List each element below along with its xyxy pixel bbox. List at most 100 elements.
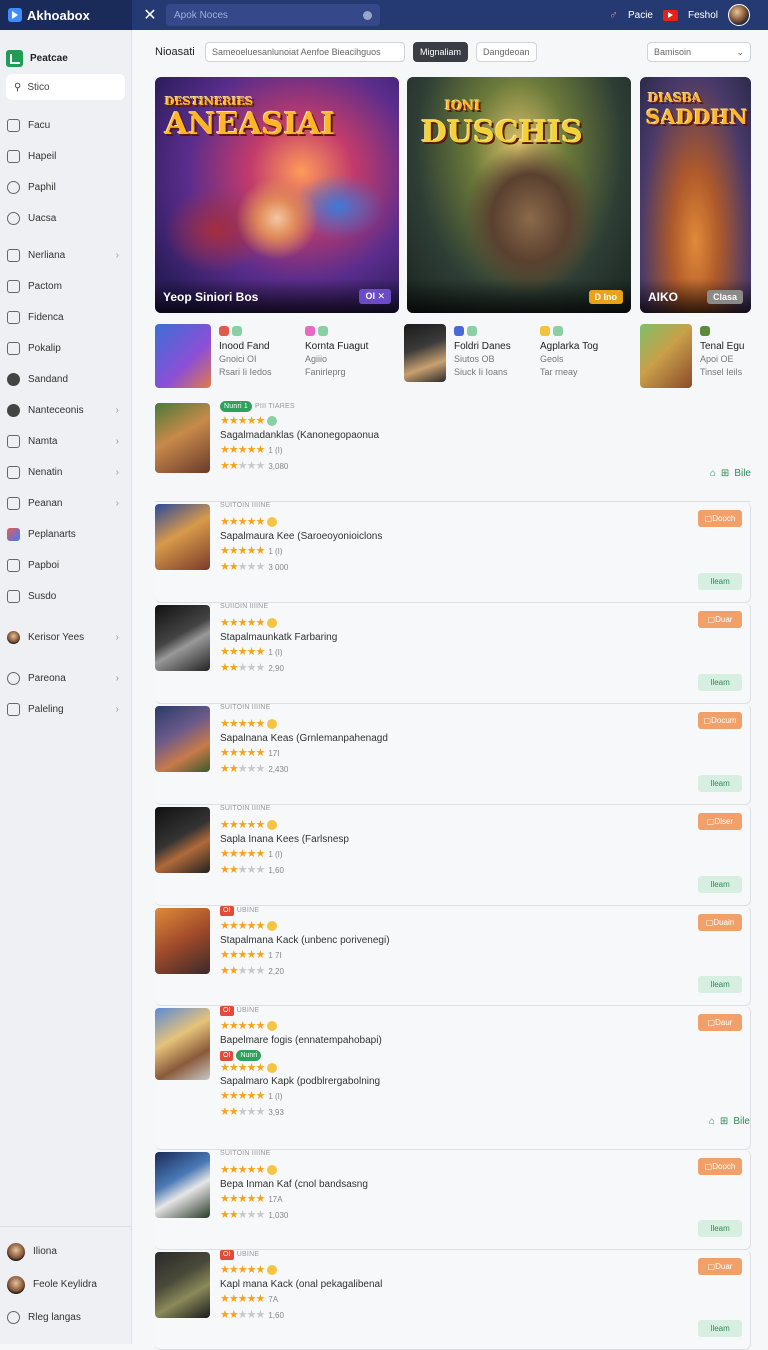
list-item-title[interactable]: Bepa Inman Kaf (cnol bandsasng [220, 1179, 580, 1190]
sidebar-item[interactable]: Uacsa [0, 203, 131, 234]
grid-icon[interactable]: ⊞ [720, 1116, 728, 1127]
install-button[interactable]: ▢ Daur [698, 1014, 742, 1031]
sidebar-item[interactable]: Namta › [0, 426, 131, 457]
sidebar-item[interactable]: Paleling › [0, 694, 131, 725]
sidebar-item[interactable]: Pareona › [0, 663, 131, 694]
list-item-title[interactable]: Sapla Inana Kees (Farlsnesp [220, 834, 580, 845]
featured-item[interactable]: Agplarka Tog Geols Tar rneay [540, 324, 598, 388]
filter-pill-active[interactable]: Mignaliam [413, 42, 469, 62]
sidebar-item[interactable]: Susdo [0, 581, 131, 612]
action-label[interactable]: Bile [734, 468, 751, 479]
banner-card-2[interactable]: IONI DUSCHIS D Ino [407, 77, 631, 313]
sidebar-item[interactable]: Peplanarts [0, 519, 131, 550]
sidebar-item[interactable]: Nerliana › [0, 240, 131, 271]
game-thumbnail[interactable] [155, 1152, 210, 1218]
install-button[interactable]: ▢ Duar [698, 1258, 742, 1275]
featured-item[interactable]: Kornta Fuagut Agiiio Fanirleprg [305, 324, 368, 388]
banner-subtitle-art: IONI [445, 99, 481, 114]
status-badge[interactable]: Ileam [698, 775, 742, 792]
sidebar-search-input[interactable]: ⚲ Stico [6, 74, 125, 100]
sidebar-item[interactable]: Sandand [0, 364, 131, 395]
status-badge[interactable]: Ileam [698, 674, 742, 691]
home-icon[interactable]: ⌂ [709, 1116, 715, 1127]
game-thumbnail[interactable] [155, 1008, 210, 1080]
top-search-input[interactable]: Apok Noces [166, 4, 380, 26]
sidebar-item[interactable]: Kerisor Yees › [0, 622, 131, 653]
game-thumbnail[interactable] [155, 1252, 210, 1318]
sidebar-item[interactable]: Facu [0, 110, 131, 141]
list-item-title[interactable]: Stapalmana Kack (unbenc porivenegi) [220, 935, 580, 946]
video-icon[interactable] [662, 9, 678, 21]
list-item[interactable]: OI UBINE ★★★★★ Kapl mana Kack (onal pekagal… [155, 1250, 751, 1350]
list-item-title[interactable]: Sapalmaura Kee (Saroeoyonioiclons [220, 531, 580, 542]
game-thumbnail[interactable] [155, 706, 210, 772]
sidebar-item[interactable]: Pactom [0, 271, 131, 302]
list-item[interactable]: SUITOIN IIIINE ★★★★★ Sapla Inana Kees (Far… [155, 805, 751, 906]
top-link-2[interactable]: Feshol [688, 10, 718, 21]
sidebar-bottom-item[interactable]: Feole Keylidra [0, 1268, 131, 1301]
list-item-title[interactable]: Sagalmadanklas (Kanonegopaonua [220, 430, 580, 441]
sidebar-bottom-item[interactable]: Rleg langas [0, 1301, 131, 1334]
banner-tag[interactable]: OI ✕ [359, 289, 391, 304]
user-avatar[interactable] [728, 4, 750, 26]
status-badge[interactable]: Ileam [698, 573, 742, 590]
chevron-right-icon: › [115, 704, 119, 715]
sort-select[interactable]: Bamisoin ⌄ [647, 42, 751, 62]
sidebar-item[interactable]: Paphil [0, 172, 131, 203]
list-item-title[interactable]: Stapalmaunkatk Farbaring [220, 632, 580, 643]
status-badge[interactable]: Ileam [698, 976, 742, 993]
grid-icon[interactable]: ⊞ [721, 468, 729, 479]
install-button[interactable]: ▢ Docum [698, 712, 742, 729]
home-icon[interactable]: ⌂ [710, 468, 716, 479]
sidebar-item[interactable]: Papboi [0, 550, 131, 581]
action-label[interactable]: Bile [733, 1116, 750, 1127]
filter-pill[interactable]: Dangdeoan [476, 42, 537, 62]
install-button[interactable]: ▢ Dooch [698, 510, 742, 527]
list-item[interactable]: OI UBINE ★★★★★ Stapalmana Kack (unbenc pori… [155, 906, 751, 1006]
game-thumbnail[interactable] [155, 403, 210, 473]
banner-card-1[interactable]: DESTINERIES ANEASIAI Yeop Siniori Bos OI… [155, 77, 399, 313]
sidebar-item[interactable]: Peanan › [0, 488, 131, 519]
banner-card-3[interactable]: DIASBA SADDHN AIKO Clasa [640, 77, 751, 313]
status-badge[interactable]: Ileam [698, 1320, 742, 1337]
sidebar-item[interactable]: Pokalip [0, 333, 131, 364]
sidebar-bottom-item[interactable]: Iliona [0, 1235, 131, 1268]
close-icon[interactable]: ✕ [136, 5, 164, 25]
sidebar-brand[interactable]: Peatcae [0, 30, 131, 74]
status-badge[interactable]: Ileam [698, 876, 742, 893]
banner-tag[interactable]: D Ino [588, 290, 623, 304]
status-badge[interactable]: Ileam [698, 1220, 742, 1237]
app-logo[interactable]: Akhoabox [0, 0, 132, 30]
list-item[interactable]: SUITOIN IIIINE ★★★★★ Sapalnana Keas (Grnle… [155, 704, 751, 805]
banner-tag[interactable]: Clasa [706, 290, 743, 304]
filter-search-input[interactable]: Sameoeluesanlunoiat Aenfoe Bieacihguos [205, 42, 405, 62]
list-item[interactable]: SUIIOIN IIIINE ★★★★★ Stapalmaunkatk Farbar… [155, 603, 751, 704]
sidebar-item[interactable]: Nenatin › [0, 457, 131, 488]
sidebar-item[interactable]: Fidenca [0, 302, 131, 333]
game-thumbnail[interactable] [155, 605, 210, 671]
install-button[interactable]: ▢ Duar [698, 611, 742, 628]
game-thumbnail[interactable] [155, 908, 210, 974]
featured-item[interactable]: Tenal Egu Apoi OE Tinsel Ieils [640, 324, 744, 388]
install-button[interactable]: ▢ Duain [698, 914, 742, 931]
notification-icon[interactable]: ♂ [609, 8, 618, 22]
rating-text: 1 (I) [268, 547, 283, 556]
avatar-icon [7, 631, 20, 644]
game-thumbnail[interactable] [155, 807, 210, 873]
list-item-title[interactable]: Sapalnana Keas (Grnlemanpahenagd [220, 733, 580, 744]
list-item[interactable]: OI UBINE ★★★★★ Bapelmare fogis (ennatempaho… [155, 1006, 751, 1150]
top-link-1[interactable]: Pacie [628, 10, 653, 21]
install-button[interactable]: ▢ Dlser [698, 813, 742, 830]
list-item[interactable]: Nunri 1 PIII TIARES ★★★★★ Sagalmadanklas (K… [155, 401, 751, 502]
list-item[interactable]: SUITOIN IIIINE ★★★★★ Bepa Inman Kaf (cnol … [155, 1150, 751, 1250]
list-item[interactable]: SUITOIN IIIINE ★★★★★ Sapalmaura Kee (Saroe… [155, 502, 751, 603]
list-item-title-secondary[interactable]: Sapalmaro Kapk (podblrergabolning [220, 1076, 580, 1087]
game-thumbnail[interactable] [155, 504, 210, 570]
install-button[interactable]: ▢ Dooch [698, 1158, 742, 1175]
sidebar-item[interactable]: Hapeil [0, 141, 131, 172]
featured-item[interactable]: Inood Fand Gnoici OI Rsari Ii Iedos [155, 324, 272, 388]
list-item-title[interactable]: Bapelmare fogis (ennatempahobapi) [220, 1035, 580, 1046]
featured-item[interactable]: Foldri Danes Siutos OB Siuck Ii Ioans [404, 324, 511, 388]
list-item-title[interactable]: Kapl mana Kack (onal pekagalibenal [220, 1279, 580, 1290]
sidebar-item[interactable]: Nanteceonis › [0, 395, 131, 426]
